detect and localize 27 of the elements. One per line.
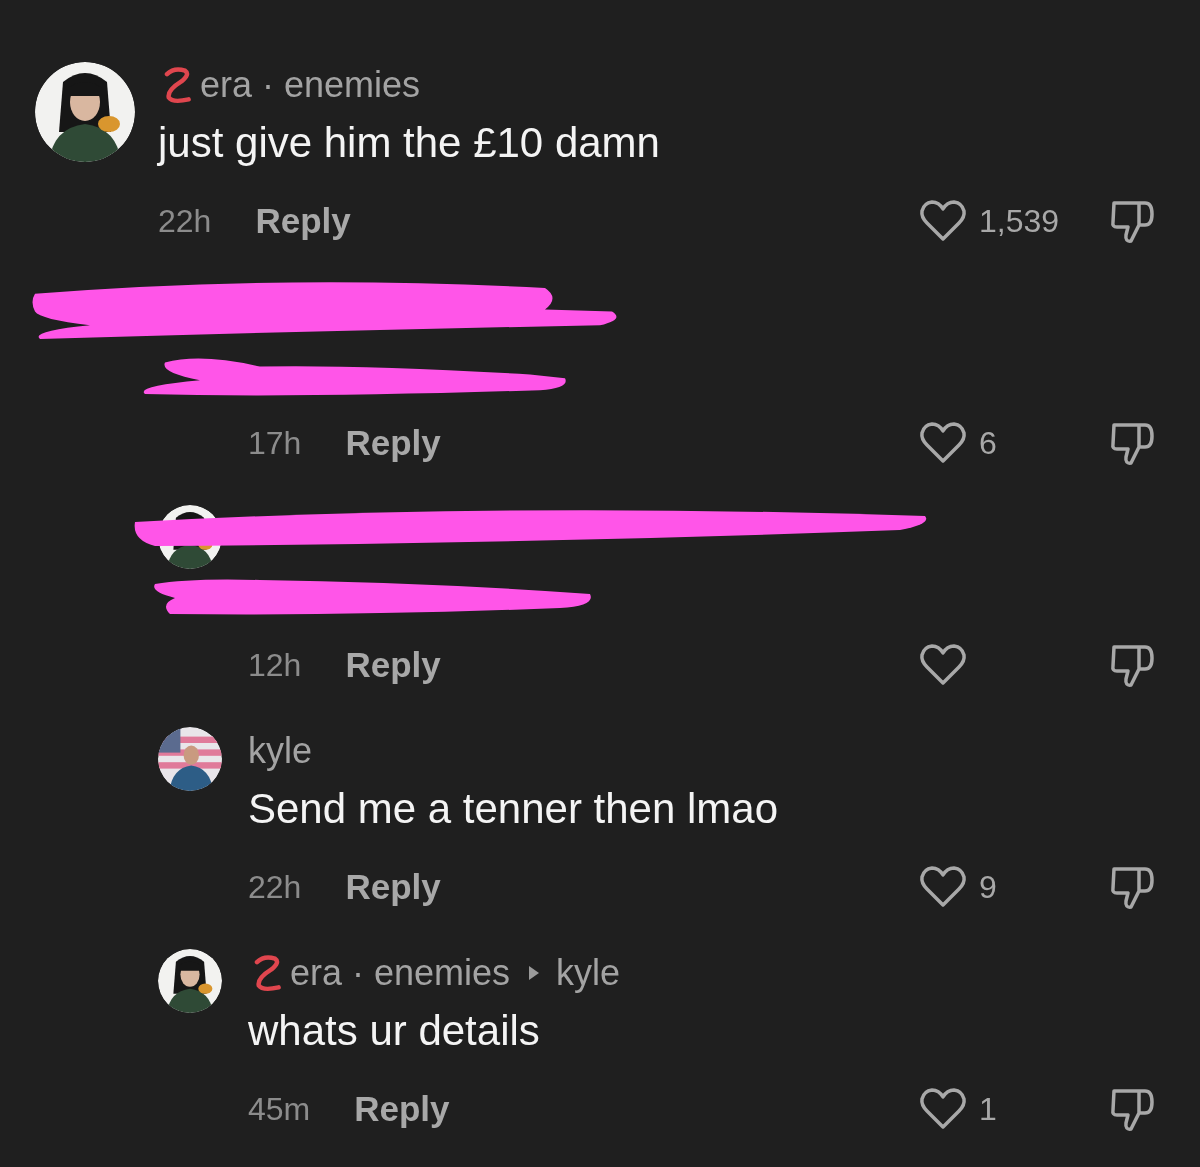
reply-button[interactable]: Reply — [345, 645, 441, 685]
like-count: 6 — [979, 424, 997, 462]
username[interactable]: era · enemies — [200, 64, 421, 106]
like-count: 9 — [979, 868, 997, 906]
heart-icon[interactable] — [919, 643, 967, 687]
username[interactable]: kyle — [248, 730, 313, 772]
timestamp: 17h — [248, 424, 302, 462]
username[interactable]: era · enemies — [290, 952, 511, 994]
reply-button[interactable]: Reply — [354, 1089, 450, 1129]
timestamp: 45m — [248, 1090, 311, 1128]
heart-icon[interactable] — [919, 421, 967, 465]
comment-text: whats ur details — [248, 1006, 541, 1056]
comment-text: just give him the £10 damn — [158, 118, 661, 168]
reply-to-username[interactable]: kyle — [556, 952, 621, 994]
reply-button[interactable]: Reply — [255, 201, 351, 241]
like-count: 1 — [979, 1090, 997, 1128]
heart-icon[interactable] — [919, 1087, 967, 1131]
timestamp: 22h — [248, 868, 302, 906]
heart-icon[interactable] — [919, 865, 967, 909]
reply-button[interactable]: Reply — [345, 867, 441, 907]
comment-text: Send me a tenner then lmao — [248, 784, 779, 834]
reply-button[interactable]: Reply — [345, 423, 441, 463]
timestamp: 22h — [158, 202, 212, 240]
heart-icon[interactable] — [919, 199, 967, 243]
timestamp: 12h — [248, 646, 302, 684]
triangle-icon — [528, 965, 541, 981]
like-count: 1,539 — [979, 202, 1060, 240]
